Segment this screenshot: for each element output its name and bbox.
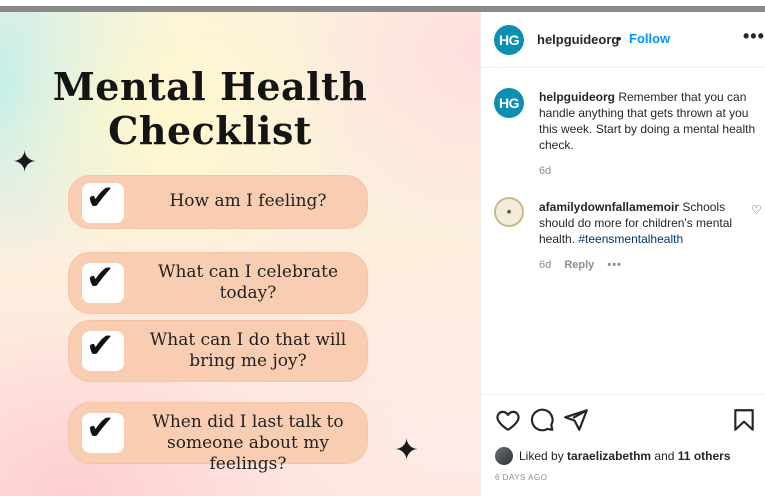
liked-by-prefix: Liked by bbox=[519, 449, 564, 463]
caption-username[interactable]: helpguideorg bbox=[539, 90, 615, 104]
separator-dot: • bbox=[617, 31, 622, 46]
likes-summary: Liked by tarаelizabethm and 11 others bbox=[495, 447, 731, 465]
heart-icon[interactable]: ♡ bbox=[751, 203, 762, 217]
checklist-item-line1: What can I do that will bbox=[149, 330, 347, 350]
checklist-item-line2: today? bbox=[219, 283, 277, 303]
hashtag-link[interactable]: #teensmentalhealth bbox=[578, 232, 683, 246]
checkmark-icon: ✔ bbox=[86, 178, 115, 218]
post-header: HG helpguideorg • Follow ••• bbox=[481, 12, 765, 68]
checklist-item-line2: bring me joy? bbox=[189, 351, 307, 371]
caption-timestamp[interactable]: 6d bbox=[539, 165, 551, 177]
post-actions: Liked by tarаelizabethm and 11 others 6 … bbox=[481, 394, 765, 496]
checklist-item-line1: How am I feeling? bbox=[169, 191, 327, 211]
checkmark-icon: ✔ bbox=[86, 326, 115, 366]
checklist-item: ✔ What can I do that will bring me joy? bbox=[68, 320, 368, 382]
checklist-item-line1: When did I last talk to bbox=[152, 412, 344, 432]
post-date[interactable]: 6 DAYS AGO bbox=[495, 473, 547, 482]
reply-button[interactable]: Reply bbox=[564, 259, 594, 271]
checklist-item: ✔ When did I last talk to someone about … bbox=[68, 402, 368, 474]
checklist-item-text: How am I feeling? bbox=[138, 191, 358, 212]
checklist-item-text: What can I celebrate today? bbox=[138, 262, 358, 304]
checkmark-icon: ✔ bbox=[86, 258, 115, 298]
post-sidebar: HG helpguideorg • Follow ••• HG helpguid… bbox=[480, 12, 765, 496]
post-image[interactable]: Mental Health Checklist ✦ ✦ ✔ How am I f… bbox=[0, 12, 480, 496]
liked-by-others[interactable]: 11 others bbox=[678, 449, 731, 463]
follow-button[interactable]: Follow bbox=[629, 31, 670, 46]
checkmark-icon: ✔ bbox=[86, 408, 115, 448]
comment-timestamp[interactable]: 6d bbox=[539, 259, 551, 271]
caption-text: helpguideorg Remember that you can handl… bbox=[539, 89, 761, 153]
checklist-item-line2: someone about my feelings? bbox=[167, 433, 329, 474]
liker-username[interactable]: tarаelizabethm bbox=[567, 449, 651, 463]
share-icon[interactable] bbox=[563, 407, 589, 433]
caption-avatar[interactable]: HG bbox=[494, 88, 524, 118]
avatar-logo-icon: ● bbox=[506, 209, 512, 215]
bookmark-icon[interactable] bbox=[731, 407, 757, 433]
checkbox-box: ✔ bbox=[82, 178, 124, 223]
comment-meta: 6d Reply ••• bbox=[539, 259, 632, 271]
comment-username[interactable]: afamilydownfallamemoir bbox=[539, 200, 679, 214]
comment-icon[interactable] bbox=[529, 407, 555, 433]
checklist-item-line1: What can I celebrate bbox=[157, 262, 339, 282]
comment-more-icon[interactable]: ••• bbox=[607, 259, 622, 271]
checkbox-box: ✔ bbox=[82, 258, 124, 303]
checklist-item: ✔ How am I feeling? bbox=[68, 175, 368, 229]
liker-avatar[interactable] bbox=[495, 447, 513, 465]
avatar[interactable]: HG bbox=[494, 25, 524, 55]
comment-avatar[interactable]: ● bbox=[494, 197, 524, 227]
liked-by-and: and bbox=[654, 449, 675, 463]
image-title-line1: Mental Health bbox=[52, 64, 368, 109]
checklist-item-text: What can I do that will bring me joy? bbox=[138, 330, 358, 372]
checkbox-box: ✔ bbox=[82, 408, 124, 453]
more-options-icon[interactable]: ••• bbox=[743, 26, 765, 47]
username-link[interactable]: helpguideorg bbox=[537, 32, 619, 47]
image-title-line2: Checklist bbox=[108, 108, 312, 153]
sparkle-icon: ✦ bbox=[394, 433, 420, 468]
checkbox-box: ✔ bbox=[82, 326, 124, 371]
sparkle-icon: ✦ bbox=[12, 145, 38, 180]
browser-top-strip bbox=[0, 0, 765, 12]
heart-icon[interactable] bbox=[495, 407, 521, 433]
checklist-item-text: When did I last talk to someone about my… bbox=[138, 412, 358, 475]
checklist-item: ✔ What can I celebrate today? bbox=[68, 252, 368, 314]
comment-text: afamilydownfallamemoir Schools should do… bbox=[539, 199, 739, 247]
